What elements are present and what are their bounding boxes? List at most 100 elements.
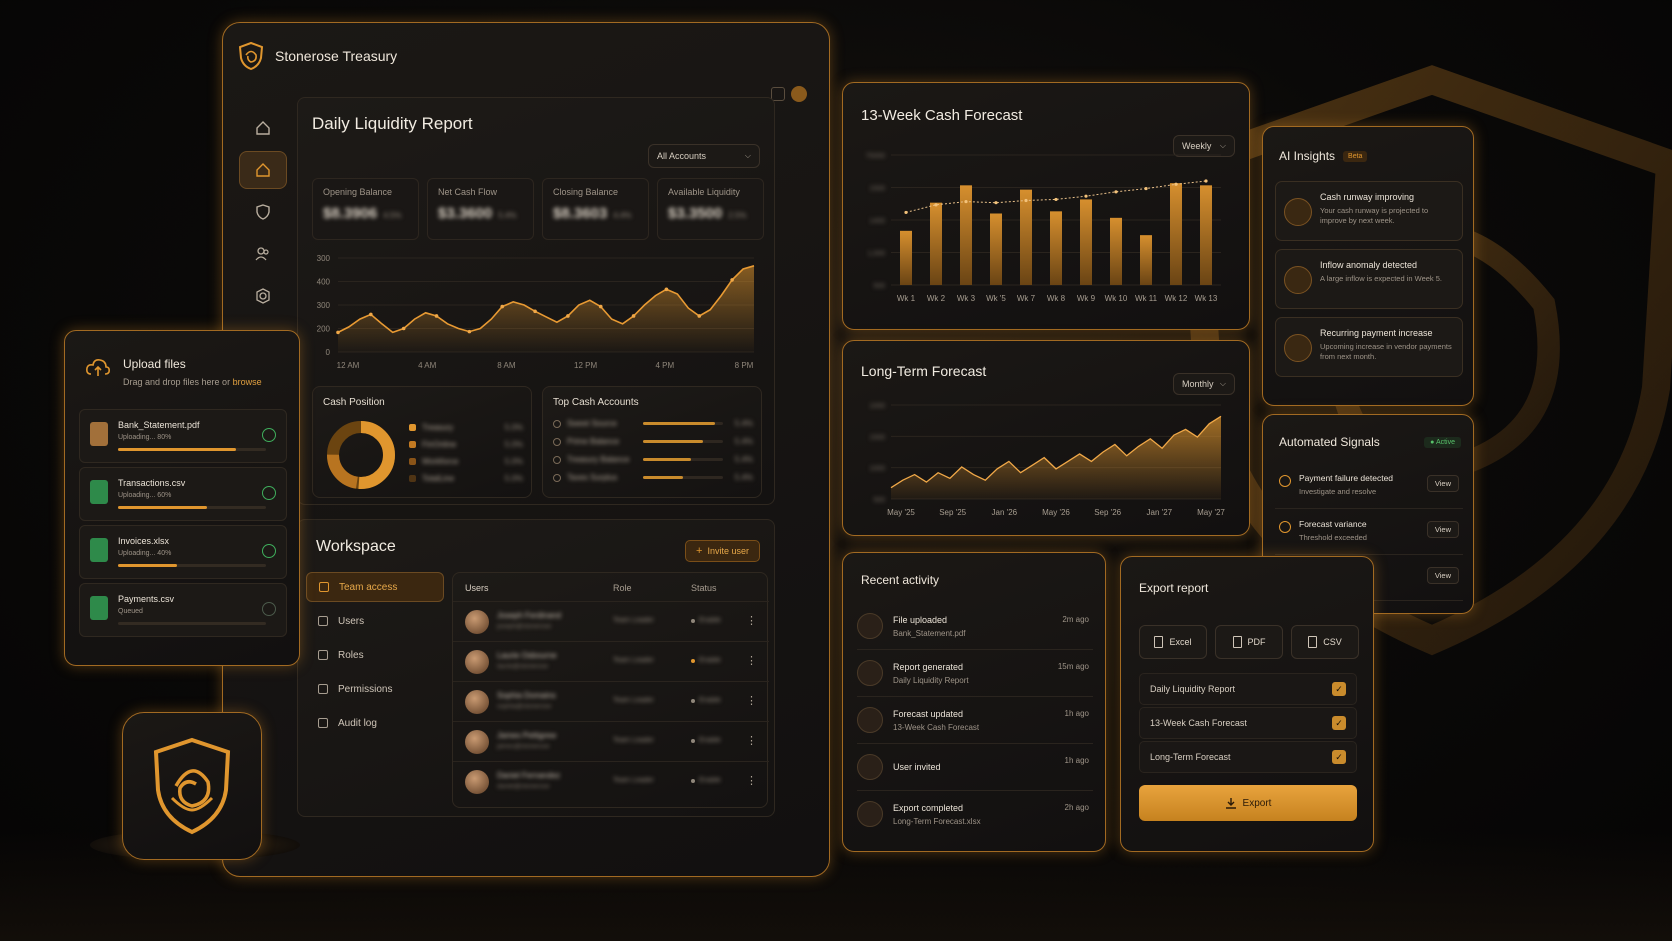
signal-view-button[interactable]: View bbox=[1426, 521, 1459, 538]
liquidity-report-card: Daily Liquidity Report All Accounts ⌵ Op… bbox=[297, 97, 775, 505]
account-row[interactable]: Taxes Surplus 5.4% bbox=[553, 473, 753, 482]
avatar bbox=[465, 690, 489, 714]
export-panel: Export report Excel PDF CSV Daily Liquidit… bbox=[1120, 556, 1374, 852]
activity-item[interactable]: User invited 1h ago bbox=[857, 744, 1093, 791]
table-row[interactable]: Sophia Domains sophia@stonerose Team Leade… bbox=[453, 681, 769, 721]
workspace-nav-item[interactable]: Users bbox=[306, 606, 444, 636]
user-status: Enable bbox=[699, 657, 721, 664]
data-point bbox=[566, 314, 570, 318]
account-row[interactable]: Prime Balance 5.4% bbox=[553, 437, 753, 446]
more-options-icon[interactable]: ⋮ bbox=[746, 694, 757, 707]
workspace-nav-label: Users bbox=[338, 615, 365, 627]
signals-title: Automated Signals bbox=[1279, 435, 1380, 449]
activity-sub: Long-Term Forecast.xlsx bbox=[893, 817, 981, 826]
upload-progress-fill bbox=[118, 506, 207, 509]
trend-point bbox=[934, 203, 938, 207]
kpi-card: Opening Balance $8.3906 4.5% bbox=[312, 178, 419, 240]
account-bar-fill bbox=[643, 440, 703, 443]
browse-link[interactable]: browse bbox=[233, 377, 262, 387]
upload-file-row[interactable]: Invoices.xlsx Uploading... 40% bbox=[79, 525, 287, 579]
checkbox[interactable]: ✓ bbox=[1332, 750, 1346, 764]
workspace-nav-item[interactable]: Roles bbox=[306, 640, 444, 670]
export-report-row[interactable]: 13-Week Cash Forecast ✓ bbox=[1139, 707, 1357, 739]
sidebar-dashboard[interactable] bbox=[239, 151, 287, 189]
account-row[interactable]: Sweet Source 5.4% bbox=[553, 419, 753, 428]
upload-progress bbox=[118, 564, 266, 567]
more-options-icon[interactable]: ⋮ bbox=[746, 734, 757, 747]
table-row[interactable]: Laurie Osbourne laurie@stonerose Team Lead… bbox=[453, 641, 769, 681]
sidebar-home[interactable] bbox=[239, 109, 287, 147]
checkbox[interactable]: ✓ bbox=[1332, 682, 1346, 696]
checkbox[interactable]: ✓ bbox=[1332, 716, 1346, 730]
account-row[interactable]: Treasury Balance 5.4% bbox=[553, 455, 753, 464]
upload-hint: Drag and drop files here or browse bbox=[123, 377, 262, 387]
upload-icon bbox=[857, 613, 883, 639]
invite-user-button[interactable]: + Invite user bbox=[685, 540, 760, 562]
user-role: Team Leader bbox=[613, 657, 654, 664]
activity-item[interactable]: File uploaded Bank_Statement.pdf 2m ago bbox=[857, 603, 1093, 650]
export-format-label: PDF bbox=[1247, 637, 1266, 647]
upload-progress-fill bbox=[118, 564, 178, 567]
area-fill bbox=[338, 265, 754, 352]
y-tick-label: 300 bbox=[317, 301, 331, 310]
file-name: Payments.csv bbox=[118, 594, 175, 604]
upload-file-row[interactable]: Payments.csv Queued bbox=[79, 583, 287, 637]
upload-file-list: Bank_Statement.pdf Uploading... 80% Transa… bbox=[79, 409, 287, 641]
data-point bbox=[500, 304, 505, 309]
signal-view-button[interactable]: View bbox=[1426, 567, 1459, 584]
workspace-nav-item[interactable]: Team access bbox=[306, 572, 444, 602]
table-row[interactable]: Joseph Ferdinand joseph@stonerose Team Lea… bbox=[453, 601, 769, 641]
data-point bbox=[664, 287, 669, 292]
export-button[interactable]: Export bbox=[1139, 785, 1357, 821]
avatar[interactable] bbox=[791, 86, 807, 102]
long-forecast-select[interactable]: Monthly ⌵ bbox=[1173, 373, 1235, 395]
export-report-row[interactable]: Daily Liquidity Report ✓ bbox=[1139, 673, 1357, 705]
workspace-nav-item[interactable]: Permissions bbox=[306, 674, 444, 704]
sidebar-security[interactable] bbox=[239, 193, 287, 231]
more-options-icon[interactable]: ⋮ bbox=[746, 774, 757, 787]
file-name: Invoices.xlsx bbox=[118, 536, 170, 546]
data-point bbox=[369, 312, 373, 317]
table-row[interactable]: Daniel Fernandez daniel@stonerose Team Lea… bbox=[453, 761, 769, 801]
upload-file-row[interactable]: Bank_Statement.pdf Uploading... 80% bbox=[79, 409, 287, 463]
kpi-label: Closing Balance bbox=[553, 187, 619, 197]
sidebar-settings[interactable] bbox=[239, 277, 287, 315]
kpi-delta: 4.5% bbox=[383, 211, 402, 220]
more-options-icon[interactable]: ⋮ bbox=[746, 654, 757, 667]
insight-card[interactable]: Cash runway improving Your cash runway is… bbox=[1275, 181, 1463, 241]
data-point bbox=[467, 329, 472, 334]
bar bbox=[990, 213, 1002, 285]
export-format-button[interactable]: Excel bbox=[1139, 625, 1207, 659]
x-tick-label: Wk 12 bbox=[1165, 294, 1188, 303]
activity-item[interactable]: Export completed Long-Term Forecast.xlsx 2… bbox=[857, 791, 1093, 838]
insight-card[interactable]: Recurring payment increase Upcoming incre… bbox=[1275, 317, 1463, 377]
table-row[interactable]: James Pettigrew james@stonerose Team Leade… bbox=[453, 721, 769, 761]
activity-item[interactable]: Report generated Daily Liquidity Report 15… bbox=[857, 650, 1093, 697]
signal-view-button[interactable]: View bbox=[1426, 475, 1459, 492]
data-point bbox=[631, 314, 636, 318]
upload-file-row[interactable]: Transactions.csv Uploading... 60% bbox=[79, 467, 287, 521]
recurring-icon bbox=[1284, 334, 1312, 362]
more-options-icon[interactable]: ⋮ bbox=[746, 614, 757, 627]
kpi-label: Available Liquidity bbox=[668, 187, 740, 197]
account-value: 5.4% bbox=[734, 419, 753, 428]
activity-sub: Bank_Statement.pdf bbox=[893, 629, 966, 638]
activity-item[interactable]: Forecast updated 13-Week Cash Forecast 1h … bbox=[857, 697, 1093, 744]
workspace-nav-item[interactable]: Audit log bbox=[306, 708, 444, 738]
legend-item: Treasury 5.0% bbox=[409, 423, 523, 432]
kpi-value-row: $8.3603 4.4% bbox=[553, 205, 638, 222]
users-icon bbox=[318, 616, 328, 626]
accounts-filter[interactable]: All Accounts ⌵ bbox=[648, 144, 760, 168]
export-format-button[interactable]: PDF bbox=[1215, 625, 1283, 659]
user-email: sophia@stonerose bbox=[497, 703, 552, 710]
bar bbox=[1080, 199, 1092, 285]
export-format-label: Excel bbox=[1169, 637, 1192, 647]
legend-value: 5.0% bbox=[504, 423, 523, 432]
roles-icon bbox=[318, 650, 328, 660]
export-format-button[interactable]: CSV bbox=[1291, 625, 1359, 659]
file-icon bbox=[1232, 636, 1242, 648]
activity-time: 1h ago bbox=[1064, 709, 1089, 718]
export-report-row[interactable]: Long-Term Forecast ✓ bbox=[1139, 741, 1357, 773]
insight-card[interactable]: Inflow anomaly detected A large inflow is… bbox=[1275, 249, 1463, 309]
sidebar-users[interactable] bbox=[239, 235, 287, 273]
